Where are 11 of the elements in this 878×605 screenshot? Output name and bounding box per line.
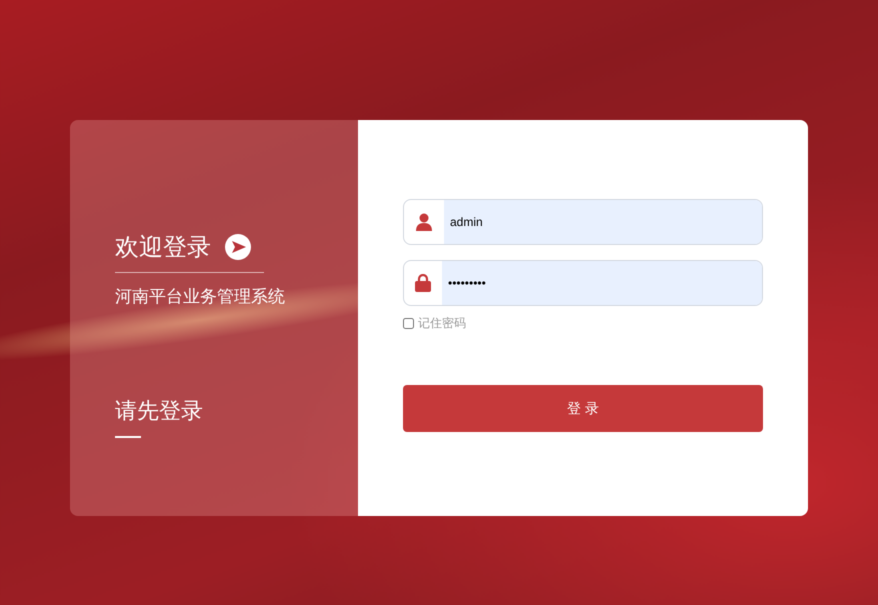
login-prompt: 请先登录 <box>115 398 203 426</box>
password-field[interactable]: ••••••••• <box>403 260 763 306</box>
username-field[interactable]: admin <box>403 199 763 245</box>
user-icon <box>415 213 433 231</box>
login-button[interactable]: 登 录 <box>403 385 763 432</box>
welcome-title: 欢迎登录 <box>115 232 211 262</box>
remember-label: 记住密码 <box>418 315 466 332</box>
system-name: 河南平台业务管理系统 <box>115 286 285 308</box>
lock-icon <box>415 274 431 292</box>
remember-checkbox[interactable] <box>403 318 414 329</box>
arrow-circle-icon <box>225 234 251 260</box>
